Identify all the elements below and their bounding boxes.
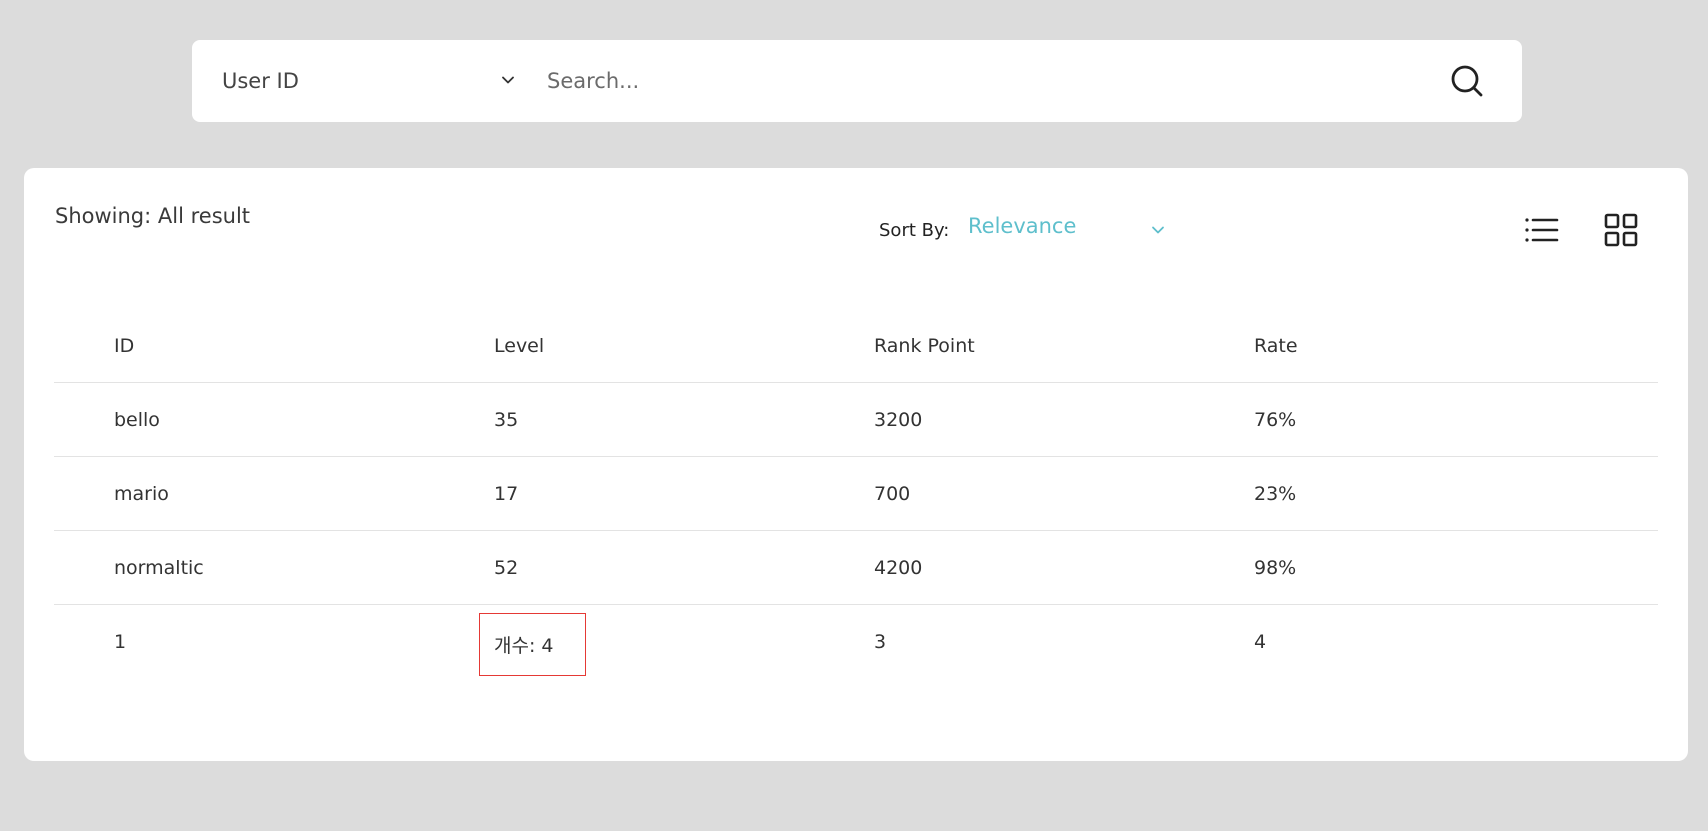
- list-view-icon[interactable]: [1524, 214, 1560, 246]
- sort-by-label: Sort By:: [879, 220, 950, 241]
- sort-value: Relevance: [968, 214, 1077, 238]
- cell-id: bello: [114, 408, 160, 431]
- results-count-label: Showing: All result: [55, 204, 251, 228]
- cell-rank-point: 3: [874, 630, 887, 653]
- chevron-down-icon: [1152, 226, 1164, 234]
- cell-rate: 98%: [1254, 556, 1297, 579]
- table-row: 1 개수: 4 3 4: [54, 605, 1658, 678]
- column-header-rank-point: Rank Point: [874, 335, 975, 357]
- search-bar: User ID: [192, 40, 1522, 122]
- cell-rank-point: 3200: [874, 408, 923, 431]
- cell-rank-point: 700: [874, 482, 911, 505]
- chevron-down-icon: [502, 76, 514, 84]
- table-header-row: ID Level Rank Point Rate: [54, 310, 1658, 383]
- grid-view-icon[interactable]: [1604, 213, 1638, 247]
- results-table: ID Level Rank Point Rate bello 35 3200 7…: [54, 310, 1658, 678]
- table-row: bello 35 3200 76%: [54, 383, 1658, 457]
- cell-level: 35: [494, 408, 519, 431]
- cell-id: 1: [114, 630, 127, 653]
- column-header-rate: Rate: [1254, 335, 1298, 357]
- column-header-id: ID: [114, 335, 135, 357]
- table-row: normaltic 52 4200 98%: [54, 531, 1658, 605]
- search-filter-value: User ID: [222, 69, 299, 93]
- cell-id: normaltic: [114, 556, 204, 579]
- cell-rate: 76%: [1254, 408, 1297, 431]
- cell-id: mario: [114, 482, 169, 505]
- cell-rank-point: 4200: [874, 556, 923, 579]
- highlighted-cell: 개수: 4: [479, 613, 586, 676]
- cell-level: 17: [494, 482, 519, 505]
- cell-level: 52: [494, 556, 519, 579]
- search-input[interactable]: [547, 61, 1347, 101]
- results-panel: Showing: All result Sort By: Relevance I…: [24, 168, 1688, 761]
- search-filter-select[interactable]: User ID: [222, 40, 522, 122]
- cell-rate: 4: [1254, 630, 1267, 653]
- table-row: mario 17 700 23%: [54, 457, 1658, 531]
- search-icon[interactable]: [1447, 61, 1487, 101]
- sort-select[interactable]: Relevance: [968, 214, 1168, 246]
- cell-rate: 23%: [1254, 482, 1297, 505]
- column-header-level: Level: [494, 335, 545, 357]
